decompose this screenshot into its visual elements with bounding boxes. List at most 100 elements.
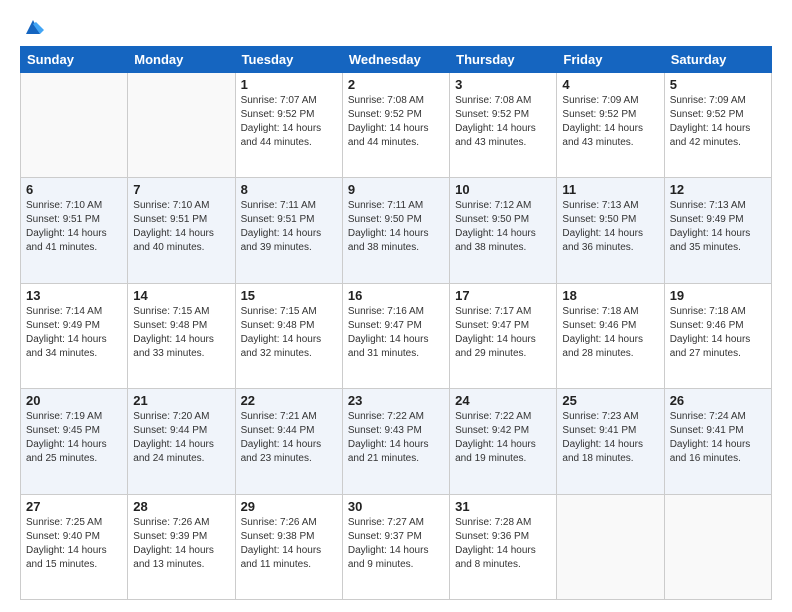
day-info: Sunrise: 7:09 AM Sunset: 9:52 PM Dayligh… [562,94,658,150]
day-number: 10 [455,182,551,197]
day-number: 31 [455,499,551,514]
calendar-cell: 29 Sunrise: 7:26 AM Sunset: 9:38 PM Dayli… [235,494,342,599]
day-number: 12 [670,182,766,197]
day-number: 25 [562,393,658,408]
header [20,16,772,36]
day-info: Sunrise: 7:13 AM Sunset: 9:49 PM Dayligh… [670,199,766,255]
calendar-cell: 23Sunrise: 7:22 AM Sunset: 9:43 PM Dayli… [342,389,449,494]
day-number: 18 [562,288,658,303]
day-info: Sunrise: 7:10 AM Sunset: 9:51 PM Dayligh… [26,199,122,255]
day-info: Sunrise: 7:14 AM Sunset: 9:49 PM Dayligh… [26,305,122,361]
day-number: 14 [133,288,229,303]
day-number: 23 [348,393,444,408]
calendar-cell: 9 Sunrise: 7:11 AM Sunset: 9:50 PM Daylig… [342,178,449,283]
calendar-cell: 30 Sunrise: 7:27 AM Sunset: 9:37 PM Dayli… [342,494,449,599]
day-number: 9 [348,182,444,197]
calendar-cell: 22 Sunrise: 7:21 AM Sunset: 9:44 PM Dayli… [235,389,342,494]
day-number: 28 [133,499,229,514]
day-number: 26 [670,393,766,408]
calendar-cell: 20 Sunrise: 7:19 AM Sunset: 9:45 PM Dayli… [21,389,128,494]
calendar-week-row: 6 Sunrise: 7:10 AM Sunset: 9:51 PM Daylig… [21,178,772,283]
logo [20,16,44,36]
calendar-cell: 6 Sunrise: 7:10 AM Sunset: 9:51 PM Daylig… [21,178,128,283]
day-number: 16 [348,288,444,303]
day-info: Sunrise: 7:25 AM Sunset: 9:40 PM Dayligh… [26,516,122,572]
day-number: 1 [241,77,337,92]
calendar-cell: 7Sunrise: 7:10 AM Sunset: 9:51 PM Daylig… [128,178,235,283]
day-info: Sunrise: 7:17 AM Sunset: 9:47 PM Dayligh… [455,305,551,361]
calendar-cell: 2Sunrise: 7:08 AM Sunset: 9:52 PM Daylig… [342,73,449,178]
calendar-table: SundayMondayTuesdayWednesdayThursdayFrid… [20,46,772,600]
calendar-cell: 12 Sunrise: 7:13 AM Sunset: 9:49 PM Dayli… [664,178,771,283]
day-number: 19 [670,288,766,303]
col-header-saturday: Saturday [664,47,771,73]
day-info: Sunrise: 7:26 AM Sunset: 9:38 PM Dayligh… [241,516,337,572]
day-info: Sunrise: 7:09 AM Sunset: 9:52 PM Dayligh… [670,94,766,150]
day-number: 21 [133,393,229,408]
calendar-week-row: 13 Sunrise: 7:14 AM Sunset: 9:49 PM Dayli… [21,283,772,388]
day-number: 17 [455,288,551,303]
day-info: Sunrise: 7:07 AM Sunset: 9:52 PM Dayligh… [241,94,337,150]
calendar-cell: 24Sunrise: 7:22 AM Sunset: 9:42 PM Dayli… [450,389,557,494]
day-number: 8 [241,182,337,197]
col-header-friday: Friday [557,47,664,73]
day-info: Sunrise: 7:18 AM Sunset: 9:46 PM Dayligh… [562,305,658,361]
calendar-cell: 17 Sunrise: 7:17 AM Sunset: 9:47 PM Dayli… [450,283,557,388]
col-header-sunday: Sunday [21,47,128,73]
day-number: 20 [26,393,122,408]
day-number: 27 [26,499,122,514]
day-number: 11 [562,182,658,197]
day-number: 13 [26,288,122,303]
col-header-wednesday: Wednesday [342,47,449,73]
calendar-cell: 27 Sunrise: 7:25 AM Sunset: 9:40 PM Dayli… [21,494,128,599]
calendar-week-row: 1 Sunrise: 7:07 AM Sunset: 9:52 PM Daylig… [21,73,772,178]
day-info: Sunrise: 7:15 AM Sunset: 9:48 PM Dayligh… [241,305,337,361]
calendar-cell: 18 Sunrise: 7:18 AM Sunset: 9:46 PM Dayli… [557,283,664,388]
day-info: Sunrise: 7:24 AM Sunset: 9:41 PM Dayligh… [670,410,766,466]
col-header-thursday: Thursday [450,47,557,73]
page: SundayMondayTuesdayWednesdayThursdayFrid… [0,0,792,612]
calendar-cell [557,494,664,599]
day-number: 6 [26,182,122,197]
day-info: Sunrise: 7:26 AM Sunset: 9:39 PM Dayligh… [133,516,229,572]
day-number: 3 [455,77,551,92]
day-info: Sunrise: 7:13 AM Sunset: 9:50 PM Dayligh… [562,199,658,255]
day-number: 4 [562,77,658,92]
calendar-cell: 25 Sunrise: 7:23 AM Sunset: 9:41 PM Dayli… [557,389,664,494]
day-number: 30 [348,499,444,514]
day-info: Sunrise: 7:11 AM Sunset: 9:50 PM Dayligh… [348,199,444,255]
day-info: Sunrise: 7:20 AM Sunset: 9:44 PM Dayligh… [133,410,229,466]
day-info: Sunrise: 7:11 AM Sunset: 9:51 PM Dayligh… [241,199,337,255]
calendar-week-row: 20 Sunrise: 7:19 AM Sunset: 9:45 PM Dayli… [21,389,772,494]
calendar-cell: 15 Sunrise: 7:15 AM Sunset: 9:48 PM Dayli… [235,283,342,388]
day-info: Sunrise: 7:27 AM Sunset: 9:37 PM Dayligh… [348,516,444,572]
calendar-header-row: SundayMondayTuesdayWednesdayThursdayFrid… [21,47,772,73]
calendar-cell: 10 Sunrise: 7:12 AM Sunset: 9:50 PM Dayli… [450,178,557,283]
day-number: 15 [241,288,337,303]
day-number: 22 [241,393,337,408]
day-info: Sunrise: 7:19 AM Sunset: 9:45 PM Dayligh… [26,410,122,466]
calendar-cell: 8 Sunrise: 7:11 AM Sunset: 9:51 PM Daylig… [235,178,342,283]
day-number: 5 [670,77,766,92]
day-info: Sunrise: 7:22 AM Sunset: 9:42 PM Dayligh… [455,410,551,466]
day-info: Sunrise: 7:21 AM Sunset: 9:44 PM Dayligh… [241,410,337,466]
calendar-cell [128,73,235,178]
day-info: Sunrise: 7:16 AM Sunset: 9:47 PM Dayligh… [348,305,444,361]
day-info: Sunrise: 7:18 AM Sunset: 9:46 PM Dayligh… [670,305,766,361]
day-info: Sunrise: 7:08 AM Sunset: 9:52 PM Dayligh… [455,94,551,150]
calendar-cell: 5 Sunrise: 7:09 AM Sunset: 9:52 PM Daylig… [664,73,771,178]
calendar-cell: 11 Sunrise: 7:13 AM Sunset: 9:50 PM Dayli… [557,178,664,283]
calendar-cell: 19 Sunrise: 7:18 AM Sunset: 9:46 PM Dayli… [664,283,771,388]
calendar-cell: 13 Sunrise: 7:14 AM Sunset: 9:49 PM Dayli… [21,283,128,388]
calendar-cell: 21 Sunrise: 7:20 AM Sunset: 9:44 PM Dayli… [128,389,235,494]
col-header-monday: Monday [128,47,235,73]
calendar-cell: 3 Sunrise: 7:08 AM Sunset: 9:52 PM Daylig… [450,73,557,178]
calendar-cell [21,73,128,178]
day-number: 7 [133,182,229,197]
day-info: Sunrise: 7:23 AM Sunset: 9:41 PM Dayligh… [562,410,658,466]
day-info: Sunrise: 7:15 AM Sunset: 9:48 PM Dayligh… [133,305,229,361]
calendar-cell: 26 Sunrise: 7:24 AM Sunset: 9:41 PM Dayli… [664,389,771,494]
day-info: Sunrise: 7:12 AM Sunset: 9:50 PM Dayligh… [455,199,551,255]
calendar-week-row: 27 Sunrise: 7:25 AM Sunset: 9:40 PM Dayli… [21,494,772,599]
day-number: 29 [241,499,337,514]
